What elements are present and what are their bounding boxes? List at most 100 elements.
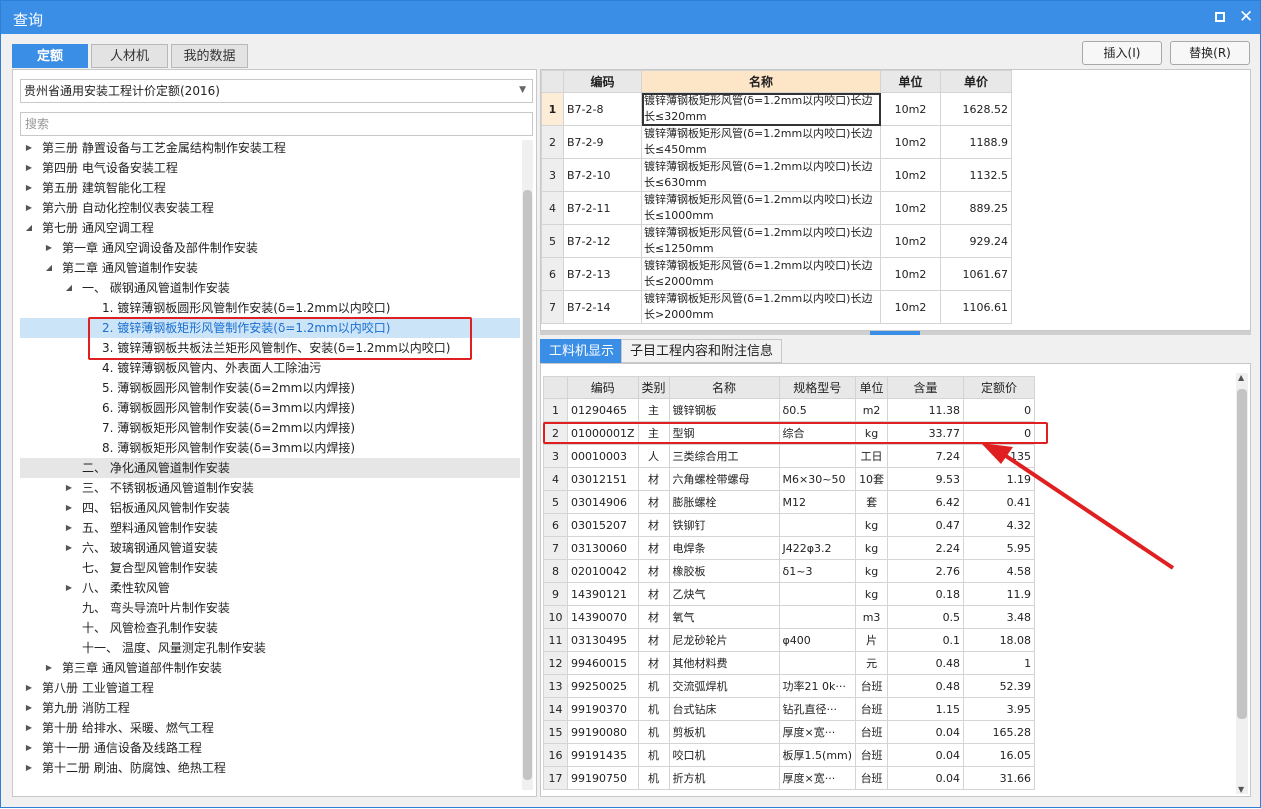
- table-cell[interactable]: 4.32: [963, 513, 1036, 537]
- expand-icon[interactable]: ▶: [64, 518, 74, 538]
- table-cell[interactable]: 材: [637, 628, 670, 652]
- table-cell[interactable]: 咬口机: [668, 743, 780, 767]
- table-row[interactable]: 3 00010003 人三类综合用工 工日 7.24 135: [543, 444, 1036, 468]
- tree-node[interactable]: ◢ 一、 碳钢通风管道制作安装: [20, 278, 520, 298]
- table-cell[interactable]: 材: [637, 536, 670, 560]
- table-cell[interactable]: 板厚1.5(mm): [778, 743, 857, 767]
- tab-labor-material-machine[interactable]: 人材机: [91, 44, 168, 68]
- table-cell[interactable]: 12: [543, 651, 568, 675]
- table-cell[interactable]: 14: [543, 697, 568, 721]
- table-row[interactable]: 3 B7-2-10 镀锌薄钢板矩形风管(δ=1.2mm以内咬口)长边长≤630mm 1…: [541, 158, 1012, 192]
- tree-node[interactable]: 8. 薄钢板矩形风管制作安装(δ=3mm以内焊接): [20, 438, 520, 458]
- table-cell[interactable]: 3: [541, 158, 564, 192]
- table-cell[interactable]: B7-2-11: [563, 191, 642, 225]
- tree-node[interactable]: ▶ 第十册 给排水、采暖、燃气工程: [20, 718, 520, 738]
- table-cell[interactable]: 铁铆钉: [668, 513, 780, 537]
- table-cell[interactable]: 材: [637, 651, 670, 675]
- table-cell[interactable]: 03015207: [567, 513, 639, 537]
- tree-node[interactable]: ◢ 第二章 通风管道制作安装: [20, 258, 520, 278]
- table-row[interactable]: 2 B7-2-9 镀锌薄钢板矩形风管(δ=1.2mm以内咬口)长边长≤450mm 10…: [541, 125, 1012, 159]
- table-row[interactable]: 7 B7-2-14 镀锌薄钢板矩形风管(δ=1.2mm以内咬口)长边长>2000mm…: [541, 290, 1012, 324]
- table-cell[interactable]: 3: [543, 444, 568, 468]
- column-header[interactable]: [543, 376, 568, 399]
- tab-material-display[interactable]: 工料机显示: [540, 339, 624, 363]
- table-cell[interactable]: 镀锌薄钢板矩形风管(δ=1.2mm以内咬口)长边长≤320mm: [641, 92, 881, 126]
- table-cell[interactable]: 钻孔直径···: [778, 697, 857, 721]
- table-cell[interactable]: 机: [637, 720, 670, 744]
- table-cell[interactable]: φ400: [778, 628, 857, 652]
- table-cell[interactable]: 0.5: [887, 605, 965, 629]
- table-row[interactable]: 14 99190370 机台式钻床 钻孔直径··· 台班 1.15 3.95: [543, 697, 1036, 721]
- table-cell[interactable]: 99190750: [567, 766, 639, 790]
- table-cell[interactable]: 2.76: [887, 559, 965, 583]
- tree-node[interactable]: ▶ 第十二册 刷油、防腐蚀、绝热工程: [20, 758, 520, 778]
- column-header[interactable]: 名称: [641, 70, 881, 93]
- expand-icon[interactable]: ▶: [64, 498, 74, 518]
- table-cell[interactable]: kg: [855, 582, 889, 606]
- table-cell[interactable]: 18.08: [963, 628, 1036, 652]
- close-icon[interactable]: ✕: [1239, 7, 1253, 27]
- material-scrollbar[interactable]: ▲ ▼: [1236, 373, 1248, 794]
- table-row[interactable]: 6 B7-2-13 镀锌薄钢板矩形风管(δ=1.2mm以内咬口)长边长≤2000mm…: [541, 257, 1012, 291]
- expand-icon[interactable]: ▶: [44, 658, 54, 678]
- table-cell[interactable]: 镀锌薄钢板矩形风管(δ=1.2mm以内咬口)长边长≤450mm: [641, 125, 881, 159]
- table-cell[interactable]: 1628.52: [940, 92, 1012, 126]
- tree-node[interactable]: ▶ 第六册 自动化控制仪表安装工程: [20, 198, 520, 218]
- tree-node[interactable]: ▶ 第五册 建筑智能化工程: [20, 178, 520, 198]
- table-row[interactable]: 7 03130060 材电焊条 J422φ3.2 kg 2.24 5.95: [543, 536, 1036, 560]
- tree-node[interactable]: ▶ 第十一册 通信设备及线路工程: [20, 738, 520, 758]
- table-cell[interactable]: 镀锌薄钢板矩形风管(δ=1.2mm以内咬口)长边长>2000mm: [641, 290, 881, 324]
- table-cell[interactable]: m3: [855, 605, 889, 629]
- table-cell[interactable]: 氧气: [668, 605, 780, 629]
- table-cell[interactable]: 31.66: [963, 766, 1036, 790]
- table-cell[interactable]: 0.48: [887, 651, 965, 675]
- table-cell[interactable]: 六角螺栓带螺母: [668, 467, 780, 491]
- tree-node[interactable]: 二、 净化通风管道制作安装: [20, 458, 520, 478]
- column-header[interactable]: 单位: [880, 70, 941, 93]
- table-cell[interactable]: 厚度×宽···: [778, 720, 857, 744]
- expand-icon[interactable]: ▶: [24, 698, 34, 718]
- table-cell[interactable]: 尼龙砂轮片: [668, 628, 780, 652]
- table-cell[interactable]: 材: [637, 605, 670, 629]
- table-cell[interactable]: 0.04: [887, 720, 965, 744]
- table-cell[interactable]: 14390121: [567, 582, 639, 606]
- table-cell[interactable]: 0.47: [887, 513, 965, 537]
- insert-button[interactable]: 插入(I): [1082, 41, 1162, 65]
- tab-quota[interactable]: 定额: [12, 44, 88, 68]
- table-cell[interactable]: 其他材料费: [668, 651, 780, 675]
- scroll-down-icon[interactable]: ▼: [1238, 785, 1244, 794]
- table-cell[interactable]: 99190080: [567, 720, 639, 744]
- table-cell[interactable]: 11.38: [887, 398, 965, 422]
- tree-node[interactable]: 4. 镀锌薄钢板风管内、外表面人工除油污: [20, 358, 520, 378]
- splitter-grip[interactable]: [870, 331, 920, 335]
- table-cell[interactable]: 6.42: [887, 490, 965, 514]
- expand-icon[interactable]: ▶: [24, 158, 34, 178]
- table-cell[interactable]: 16: [543, 743, 568, 767]
- tab-sub-item-info[interactable]: 子目工程内容和附注信息: [621, 339, 783, 363]
- table-cell[interactable]: 1.19: [963, 467, 1036, 491]
- table-cell[interactable]: 10套: [855, 467, 889, 491]
- table-cell[interactable]: 2.24: [887, 536, 965, 560]
- table-cell[interactable]: 5: [541, 224, 564, 258]
- table-cell[interactable]: m2: [855, 398, 889, 422]
- search-input[interactable]: [20, 112, 533, 136]
- tree-node[interactable]: ▶ 八、 柔性软风管: [20, 578, 520, 598]
- table-cell[interactable]: 0.04: [887, 743, 965, 767]
- tree-node[interactable]: 1. 镀锌薄钢板圆形风管制作安装(δ=1.2mm以内咬口): [20, 298, 520, 318]
- table-cell[interactable]: 10m2: [880, 257, 941, 291]
- table-cell[interactable]: 电焊条: [668, 536, 780, 560]
- tree-node[interactable]: 七、 复合型风管制作安装: [20, 558, 520, 578]
- table-cell[interactable]: kg: [855, 559, 889, 583]
- table-row[interactable]: 16 99191435 机咬口机 板厚1.5(mm) 台班 0.04 16.05: [543, 743, 1036, 767]
- table-cell[interactable]: 台班: [855, 743, 889, 767]
- tree-node[interactable]: ▶ 第一章 通风空调设备及部件制作安装: [20, 238, 520, 258]
- table-row[interactable]: 11 03130495 材尼龙砂轮片 φ400 片 0.1 18.08: [543, 628, 1036, 652]
- table-row[interactable]: 15 99190080 机剪板机 厚度×宽··· 台班 0.04 165.28: [543, 720, 1036, 744]
- table-cell[interactable]: 交流弧焊机: [668, 674, 780, 698]
- table-row[interactable]: 1 B7-2-8 镀锌薄钢板矩形风管(δ=1.2mm以内咬口)长边长≤320mm 10…: [541, 92, 1012, 126]
- table-cell[interactable]: δ0.5: [778, 398, 857, 422]
- table-cell[interactable]: 889.25: [940, 191, 1012, 225]
- table-cell[interactable]: 台班: [855, 720, 889, 744]
- table-cell[interactable]: 机: [637, 697, 670, 721]
- table-cell[interactable]: 99460015: [567, 651, 639, 675]
